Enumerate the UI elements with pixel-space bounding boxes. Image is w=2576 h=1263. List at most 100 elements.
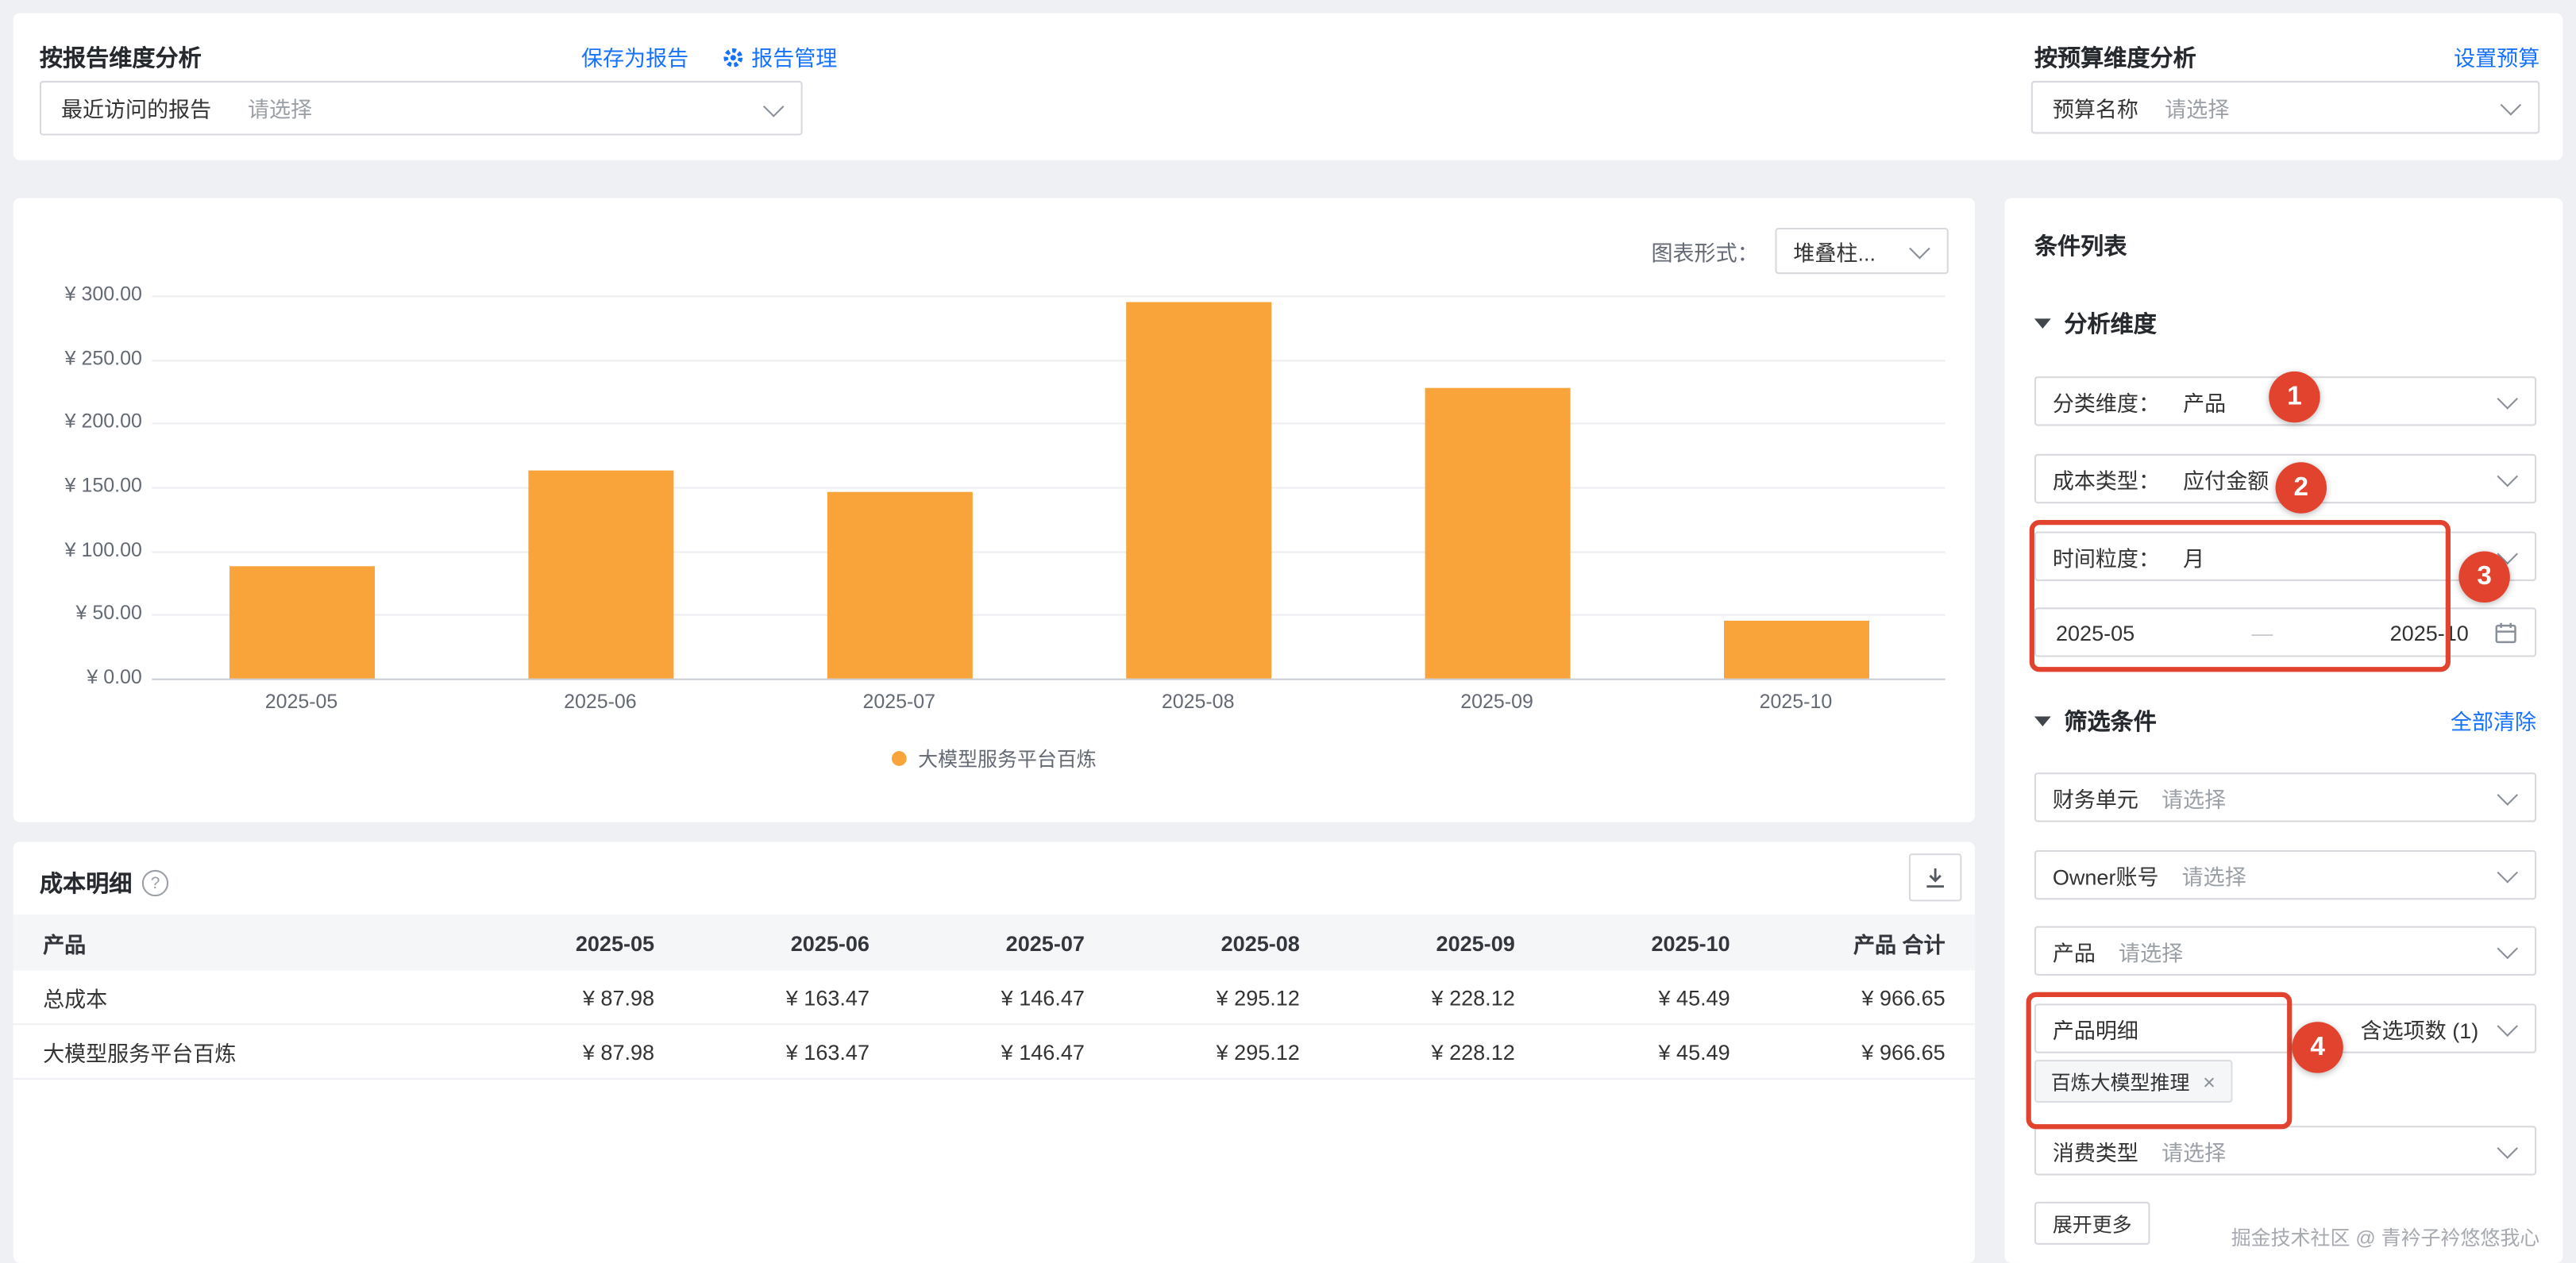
- chart-bar: [1125, 302, 1271, 679]
- table-cell: ¥ 163.47: [654, 1039, 870, 1064]
- table-cell: ¥ 966.65: [1730, 1039, 1945, 1064]
- table-cell: ¥ 45.49: [1515, 1039, 1730, 1064]
- table-cell: ¥ 146.47: [870, 984, 1085, 1009]
- annotation-badge-3: 3: [2458, 552, 2509, 603]
- selected-product-tag-label: 百炼大模型推理: [2051, 1067, 2190, 1095]
- consume-type-placeholder: 请选择: [2161, 1135, 2226, 1167]
- stage: 按报告维度分析 保存为报告 报告管理 最近访问的报告 请选择 按预算维度分析 设…: [0, 0, 2576, 1263]
- x-tick-label: 2025-09: [1348, 690, 1646, 713]
- chevron-down-icon: [2497, 388, 2517, 409]
- set-budget-link[interactable]: 设置预算: [2454, 41, 2539, 73]
- gear-icon: [722, 45, 745, 68]
- date-range-picker[interactable]: 2025-05 — 2025-10: [2034, 607, 2536, 657]
- chevron-down-icon: [2497, 1138, 2517, 1158]
- table-body: 总成本¥ 87.98¥ 163.47¥ 146.47¥ 295.12¥ 228.…: [13, 971, 1975, 1080]
- watermark-text: 掘金技术社区 @ 青衿子衿悠悠我心: [2231, 1223, 2540, 1251]
- download-button[interactable]: [1909, 853, 1962, 901]
- save-as-report-link[interactable]: 保存为报告: [581, 41, 688, 73]
- table-cell: ¥ 163.47: [654, 984, 870, 1009]
- selected-product-tag: 百炼大模型推理 ×: [2034, 1060, 2232, 1103]
- chevron-down-icon: [2497, 784, 2517, 805]
- y-tick-label: ¥ 0.00: [13, 665, 142, 688]
- y-tick-label: ¥ 250.00: [13, 346, 142, 369]
- budget-name-select-placeholder: 请选择: [2165, 91, 2229, 123]
- table-header-cell: 产品: [43, 927, 439, 959]
- finance-unit-label: 财务单元: [2053, 782, 2138, 814]
- table-header-cell: 2025-08: [1085, 930, 1300, 955]
- owner-account-select[interactable]: Owner账号 请选择: [2034, 850, 2536, 899]
- report-manage-link[interactable]: 报告管理: [722, 41, 838, 73]
- expand-more-button[interactable]: 展开更多: [2034, 1202, 2150, 1245]
- chart-type-label: 图表形式：: [1651, 235, 1758, 267]
- finance-unit-select[interactable]: 财务单元 请选择: [2034, 772, 2536, 822]
- help-icon[interactable]: ?: [142, 870, 168, 896]
- table-cell: ¥ 45.49: [1515, 984, 1730, 1009]
- x-axis-labels: 2025-052025-062025-072025-082025-092025-…: [152, 690, 1945, 713]
- report-links: 保存为报告 报告管理: [581, 41, 837, 73]
- product-select[interactable]: 产品 请选择: [2034, 926, 2536, 976]
- recent-report-select-label: 最近访问的报告: [61, 92, 211, 124]
- finance-unit-placeholder: 请选择: [2161, 782, 2226, 814]
- chart-type-select[interactable]: 堆叠柱...: [1775, 228, 1948, 274]
- x-tick-label: 2025-08: [1048, 690, 1347, 713]
- product-detail-count: 含选项数 (1): [2361, 1013, 2479, 1045]
- table-header-cell: 产品 合计: [1730, 927, 1945, 959]
- chart-bar: [827, 491, 972, 679]
- x-tick-label: 2025-10: [1646, 690, 1945, 713]
- table-header-cell: 2025-10: [1515, 930, 1730, 955]
- analysis-dimension-section-header[interactable]: 分析维度: [2034, 307, 2157, 341]
- budget-analysis-title: 按预算维度分析: [2034, 41, 2196, 75]
- category-dimension-label: 分类维度：: [2053, 386, 2160, 418]
- table-cell: ¥ 146.47: [870, 1039, 1085, 1064]
- table-header-cell: 2025-09: [1300, 930, 1515, 955]
- table-row: 总成本¥ 87.98¥ 163.47¥ 146.47¥ 295.12¥ 228.…: [13, 971, 1975, 1026]
- gridline: [152, 295, 1945, 297]
- chevron-down-icon: [2497, 862, 2517, 883]
- y-tick-label: ¥ 50.00: [13, 602, 142, 625]
- filter-condition-section-header[interactable]: 筛选条件: [2034, 705, 2157, 738]
- caret-down-icon: [2034, 717, 2051, 726]
- analysis-dimension-title: 分析维度: [2064, 307, 2156, 341]
- annotation-badge-2: 2: [2276, 462, 2327, 513]
- cost-type-label: 成本类型：: [2053, 463, 2160, 495]
- x-tick-label: 2025-05: [152, 690, 450, 713]
- table-header-cell: 2025-05: [439, 930, 654, 955]
- recent-report-select[interactable]: 最近访问的报告 请选择: [40, 81, 803, 136]
- report-manage-label: 报告管理: [751, 41, 837, 73]
- date-range-start: 2025-05: [2056, 620, 2134, 645]
- product-detail-label: 产品明细: [2053, 1013, 2138, 1045]
- cost-detail-title: 成本明细 ?: [40, 867, 168, 900]
- report-analysis-title: 按报告维度分析: [40, 41, 202, 75]
- calendar-icon: [2493, 621, 2518, 645]
- chart-bar: [1425, 387, 1570, 679]
- annotation-badge-1: 1: [2269, 372, 2320, 422]
- chevron-down-icon: [2497, 466, 2517, 487]
- x-tick-label: 2025-06: [451, 690, 750, 713]
- chevron-down-icon: [2497, 938, 2517, 959]
- tag-close-icon[interactable]: ×: [2203, 1071, 2215, 1092]
- cost-detail-title-text: 成本明细: [40, 867, 132, 900]
- top-bar: 按报告维度分析 保存为报告 报告管理 最近访问的报告 请选择 按预算维度分析 设…: [13, 13, 2563, 160]
- recent-report-select-placeholder: 请选择: [248, 92, 312, 124]
- product-label: 产品: [2053, 935, 2096, 967]
- gridline: [152, 551, 1945, 553]
- budget-name-select[interactable]: 预算名称 请选择: [2031, 81, 2539, 134]
- date-range-end: 2025-10: [2390, 620, 2469, 645]
- annotation-badge-4: 4: [2292, 1022, 2343, 1072]
- download-icon: [1924, 866, 1947, 889]
- x-tick-label: 2025-07: [750, 690, 1048, 713]
- gridline: [152, 679, 1945, 680]
- chart-legend[interactable]: 大模型服务平台百炼: [13, 745, 1975, 772]
- product-detail-select[interactable]: 产品明细 含选项数 (1): [2034, 1003, 2536, 1053]
- legend-dot-icon: [892, 751, 907, 766]
- legend-label: 大模型服务平台百炼: [918, 745, 1097, 772]
- caret-down-icon: [2034, 318, 2051, 328]
- cost-type-value: 应付金额: [2183, 463, 2269, 495]
- chart-bar: [1723, 621, 1868, 679]
- table-cell: ¥ 966.65: [1730, 984, 1945, 1009]
- table-cell: ¥ 228.12: [1300, 984, 1515, 1009]
- condition-list-title: 条件列表: [2034, 229, 2127, 263]
- clear-all-link[interactable]: 全部清除: [2451, 705, 2536, 737]
- consume-type-select[interactable]: 消费类型 请选择: [2034, 1126, 2536, 1175]
- gridline: [152, 360, 1945, 361]
